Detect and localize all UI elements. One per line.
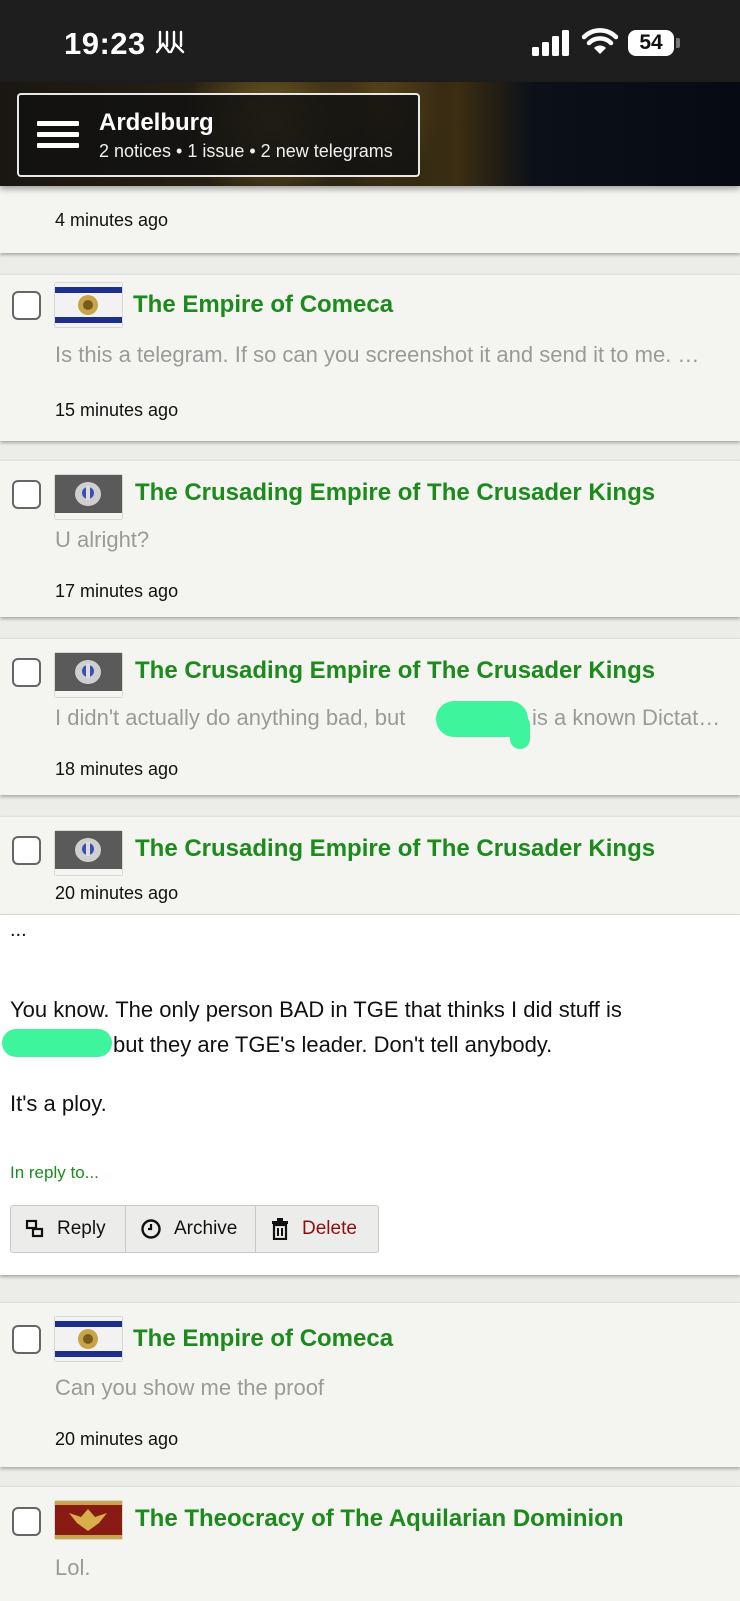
telegram-item[interactable]: The Crusading Empire of The Crusader Kin… [0, 638, 740, 795]
telegram-body: ... You know. The only person BAD in TGE… [0, 914, 740, 1275]
nation-flag[interactable] [55, 475, 122, 519]
status-bar: 19:23 54 [0, 0, 740, 82]
body-line-3: It's a ploy. [10, 1091, 107, 1116]
delete-label: Delete [302, 1218, 357, 1239]
telegram-item-expanded[interactable]: The Crusading Empire of The Crusader Kin… [0, 816, 740, 915]
delete-button[interactable]: Delete [256, 1206, 376, 1252]
telegram-sender[interactable]: The Crusading Empire of The Crusader Kin… [135, 657, 655, 685]
telegram-item[interactable]: The Theocracy of The Aquilarian Dominion… [0, 1486, 740, 1601]
telegram-sender[interactable]: The Theocracy of The Aquilarian Dominion [135, 1505, 624, 1533]
telegram-sender[interactable]: The Crusading Empire of The Crusader Kin… [135, 835, 655, 863]
telegram-checkbox[interactable] [12, 480, 41, 509]
telegram-item[interactable]: The Empire of Comeca Is this a telegram.… [0, 274, 740, 441]
in-reply-to-link[interactable]: In reply to... [10, 1163, 99, 1183]
header-banner: Ardelburg 2 notices • 1 issue • 2 new te… [0, 82, 740, 186]
telegram-time: 18 minutes ago [55, 759, 179, 779]
nation-flag[interactable] [55, 1501, 122, 1539]
nation-flag[interactable] [55, 1317, 122, 1361]
telegram-preview: U alright? [55, 527, 150, 552]
telegram-preview-after: is a known Dictat… [532, 705, 721, 730]
telegram-checkbox[interactable] [12, 1325, 41, 1354]
telegram-time: 20 minutes ago [55, 1429, 179, 1449]
battery-icon: 54 [628, 30, 680, 56]
reply-label: Reply [57, 1218, 106, 1239]
clock-icon [141, 1219, 161, 1239]
nation-flag[interactable] [55, 831, 122, 875]
cellular-signal-icon [532, 30, 569, 56]
preview-text-before: I didn't actually do anything bad, but [55, 705, 406, 730]
trash-icon [272, 1218, 288, 1240]
telegram-sender[interactable]: The Empire of Comeca [133, 291, 393, 319]
archive-button[interactable]: Archive [126, 1206, 256, 1252]
telegram-item[interactable]: The Crusading Empire of The Crusader Kin… [0, 460, 740, 617]
nation-summary[interactable]: 2 notices • 1 issue • 2 new telegrams [99, 141, 393, 162]
telegram-sender[interactable]: The Empire of Comeca [133, 1325, 393, 1353]
redaction-mark [510, 715, 530, 749]
notification-icon [155, 30, 185, 54]
hamburger-menu-icon[interactable] [37, 121, 79, 149]
nation-name: Ardelburg [99, 109, 214, 136]
telegram-checkbox[interactable] [12, 1507, 41, 1536]
telegram-time: 15 minutes ago [55, 400, 179, 420]
telegram-item[interactable]: The Empire of Comeca Can you show me the… [0, 1302, 740, 1467]
telegram-preview: Lol. [55, 1555, 91, 1580]
wifi-icon [582, 28, 618, 54]
telegram-preview: Can you show me the proof [55, 1375, 325, 1400]
nation-flag[interactable] [55, 653, 122, 697]
reply-icon [25, 1219, 44, 1238]
telegram-preview: Is this a telegram. If so can you screen… [55, 342, 700, 367]
status-time: 19:23 [64, 26, 146, 61]
telegram-time: 4 minutes ago [55, 210, 169, 230]
body-line-1: You know. The only person BAD in TGE tha… [10, 997, 622, 1022]
archive-label: Archive [174, 1218, 238, 1239]
telegram-sender[interactable]: The Crusading Empire of The Crusader Kin… [135, 479, 655, 507]
telegram-checkbox[interactable] [12, 658, 41, 687]
body-ellipsis: ... [10, 919, 27, 941]
nation-menu-button[interactable]: Ardelburg 2 notices • 1 issue • 2 new te… [17, 93, 420, 177]
telegram-checkbox[interactable] [12, 836, 41, 865]
nation-flag[interactable] [55, 283, 122, 327]
reply-button[interactable]: Reply [11, 1206, 126, 1252]
telegram-action-buttons: Reply Archive Delete [10, 1205, 379, 1253]
battery-level: 54 [628, 30, 674, 56]
body-line-2: but they are TGE's leader. Don't tell an… [113, 1032, 553, 1057]
telegram-time: 17 minutes ago [55, 581, 179, 601]
redaction-mark [2, 1029, 112, 1057]
telegram-time: 20 minutes ago [55, 883, 179, 903]
telegram-checkbox[interactable] [12, 291, 41, 320]
